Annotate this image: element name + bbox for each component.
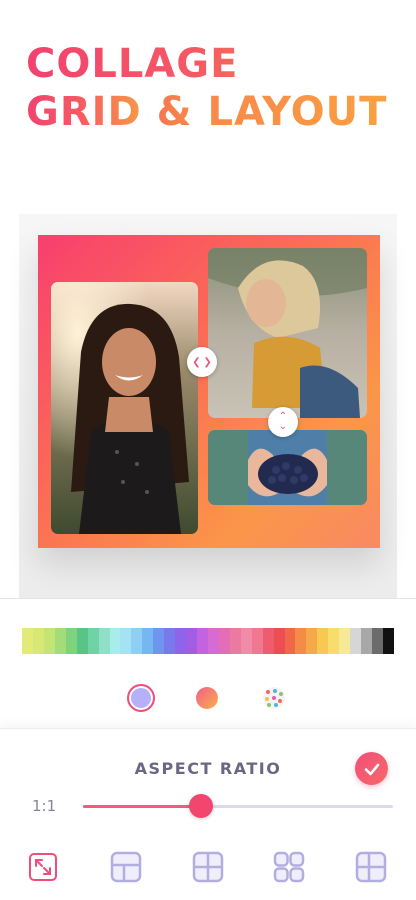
aspect-ratio-slider[interactable] (83, 793, 393, 819)
color-swatch[interactable] (317, 628, 329, 654)
color-swatch[interactable] (262, 628, 274, 654)
color-swatch[interactable] (240, 628, 252, 654)
color-swatch[interactable] (197, 628, 208, 654)
grid-layout-1-icon (110, 851, 142, 883)
color-swatch[interactable] (43, 628, 55, 654)
slider-fill (83, 805, 201, 808)
color-swatch[interactable] (109, 628, 121, 654)
tool-grid-layout-3[interactable] (271, 849, 307, 885)
smiling-woman-photo (51, 282, 198, 534)
headline-ampersand: & (156, 89, 193, 135)
tool-grid-layout-1[interactable] (108, 849, 144, 885)
layout-toolbar (0, 849, 416, 889)
color-swatch[interactable] (284, 628, 296, 654)
color-swatch[interactable] (54, 628, 66, 654)
color-swatch[interactable] (350, 628, 362, 654)
color-swatch[interactable] (65, 628, 77, 654)
pattern-option[interactable] (263, 687, 285, 709)
color-swatch[interactable] (175, 628, 187, 654)
color-swatch[interactable] (164, 628, 176, 654)
photo-cell-left[interactable] (51, 282, 198, 534)
blueberries-hands-photo (208, 430, 367, 505)
color-swatch[interactable] (142, 628, 154, 654)
chevron-left-icon: ❮ (192, 356, 201, 368)
pattern-icon (265, 689, 283, 707)
color-swatch[interactable] (120, 628, 132, 654)
color-swatch[interactable] (22, 628, 33, 654)
color-swatch[interactable] (186, 628, 197, 654)
headline-grid-word: GRID (26, 89, 142, 135)
chevron-right-icon: ❯ (203, 356, 212, 368)
tool-grid-layout-4[interactable] (353, 849, 389, 885)
color-swatch[interactable] (361, 628, 372, 654)
grid-layout-4-icon (355, 851, 387, 883)
color-swatch[interactable] (207, 628, 219, 654)
headline-layout-word: LAYOUT (207, 89, 388, 135)
color-swatch[interactable] (339, 628, 351, 654)
collage-stage: ❮ ❯ ⌃ ⌄ (19, 214, 397, 599)
color-swatch[interactable] (328, 628, 340, 654)
aspect-ratio-panel: ASPECT RATIO 1:1 (0, 728, 416, 900)
color-swatch[interactable] (131, 628, 143, 654)
panel-title: ASPECT RATIO (134, 759, 282, 778)
background-options (0, 684, 416, 718)
headline: COLLAGE GRID & LAYOUT (26, 40, 406, 136)
expand-icon (29, 853, 57, 881)
color-swatch[interactable] (251, 628, 263, 654)
color-swatch[interactable] (76, 628, 88, 654)
color-swatch[interactable] (372, 628, 383, 654)
color-swatch[interactable] (32, 628, 44, 654)
collage-canvas: ❮ ❯ ⌃ ⌄ (38, 235, 380, 548)
ratio-label: 1:1 (32, 797, 57, 815)
headline-line-1: COLLAGE (26, 40, 406, 88)
tool-grid-layout-2[interactable] (190, 849, 226, 885)
color-swatch[interactable] (153, 628, 165, 654)
horizontal-resize-handle[interactable]: ❮ ❯ (187, 347, 217, 377)
gradient-option[interactable] (196, 687, 218, 709)
color-palette (22, 628, 394, 654)
confirm-button[interactable] (355, 752, 388, 785)
section-divider (0, 598, 416, 599)
color-swatch[interactable] (273, 628, 285, 654)
chevron-down-icon: ⌄ (278, 421, 288, 432)
photo-cell-bottom-right[interactable] (208, 430, 367, 505)
grid-layout-3-icon (273, 851, 305, 883)
solid-color-option[interactable] (127, 684, 155, 712)
headline-line-2: GRID & LAYOUT (26, 88, 406, 136)
slider-thumb[interactable] (189, 794, 213, 818)
blonde-woman-photo (208, 248, 367, 418)
photo-cell-top-right[interactable] (208, 248, 367, 418)
color-swatch[interactable] (306, 628, 318, 654)
tool-expand[interactable] (25, 849, 61, 885)
vertical-resize-handle[interactable]: ⌃ ⌄ (268, 407, 298, 437)
color-swatch[interactable] (229, 628, 241, 654)
color-swatch[interactable] (295, 628, 307, 654)
color-swatch[interactable] (218, 628, 230, 654)
color-swatch[interactable] (98, 628, 110, 654)
color-swatch[interactable] (382, 628, 394, 654)
checkmark-icon (364, 763, 379, 775)
color-swatch[interactable] (87, 628, 99, 654)
grid-layout-2-icon (192, 851, 224, 883)
